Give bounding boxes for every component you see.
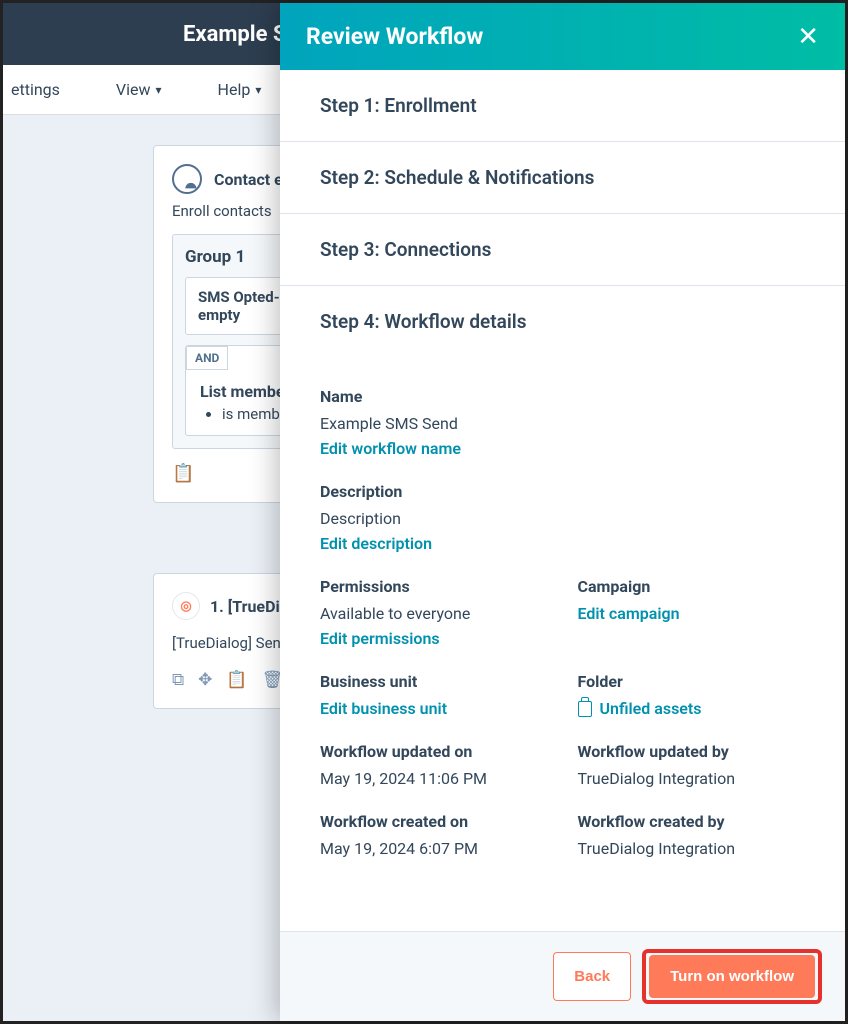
description-value: Description	[320, 509, 805, 528]
field-permissions: Permissions Available to everyone Edit p…	[320, 577, 548, 648]
field-created-on: Workflow created on May 19, 2024 6:07 PM	[320, 812, 548, 858]
tab-help[interactable]: Help ▾	[210, 80, 270, 99]
back-button[interactable]: Back	[553, 952, 631, 1001]
filter-join: AND	[186, 346, 228, 370]
edit-name-link[interactable]: Edit workflow name	[320, 439, 461, 458]
folder-value: Unfiled assets	[600, 699, 702, 718]
field-updated-on: Workflow updated on May 19, 2024 11:06 P…	[320, 742, 548, 788]
clipboard-icon[interactable]: 📋	[226, 670, 247, 690]
name-label: Name	[320, 387, 805, 406]
step-3-connections[interactable]: Step 3: Connections	[280, 214, 845, 286]
chevron-down-icon: ▾	[255, 83, 261, 97]
turn-on-workflow-button[interactable]: Turn on workflow	[649, 955, 815, 998]
folder-link[interactable]: Unfiled assets	[578, 699, 806, 718]
turn-on-highlight: Turn on workflow	[645, 952, 819, 1001]
step-4-body: Name Example SMS Send Edit workflow name…	[280, 357, 845, 888]
edit-permissions-link[interactable]: Edit permissions	[320, 629, 440, 648]
edit-description-link[interactable]: Edit description	[320, 534, 432, 553]
edit-campaign-link[interactable]: Edit campaign	[578, 604, 680, 623]
updated-on-label: Workflow updated on	[320, 742, 548, 761]
permissions-value: Available to everyone	[320, 604, 548, 623]
field-business-unit: Business unit Edit business unit	[320, 672, 548, 718]
panel-footer: Back Turn on workflow	[280, 931, 845, 1021]
tab-settings-label: ettings	[11, 80, 60, 99]
file-icon	[578, 701, 592, 717]
panel-header: Review Workflow ✕	[280, 3, 845, 70]
panel-title: Review Workflow	[306, 23, 483, 50]
field-created-by: Workflow created by TrueDialog Integrati…	[578, 812, 806, 858]
step-2-schedule[interactable]: Step 2: Schedule & Notifications	[280, 142, 845, 214]
field-campaign: Campaign Edit campaign	[578, 577, 806, 648]
business-unit-label: Business unit	[320, 672, 548, 691]
field-description: Description Description Edit description	[320, 482, 805, 553]
description-label: Description	[320, 482, 805, 501]
field-name: Name Example SMS Send Edit workflow name	[320, 387, 805, 458]
campaign-label: Campaign	[578, 577, 806, 596]
step-1-enrollment[interactable]: Step 1: Enrollment	[280, 70, 845, 142]
tab-settings[interactable]: ettings	[3, 80, 68, 99]
tab-view-label: View	[116, 80, 151, 99]
tab-help-label: Help	[218, 80, 251, 99]
updated-by-value: TrueDialog Integration	[578, 769, 806, 788]
created-on-value: May 19, 2024 6:07 PM	[320, 839, 548, 858]
panel-body: Step 1: Enrollment Step 2: Schedule & No…	[280, 70, 845, 931]
field-updated-by: Workflow updated by TrueDialog Integrati…	[578, 742, 806, 788]
move-icon[interactable]: ✥	[198, 670, 212, 690]
action-title: 1. [TrueDia	[210, 597, 288, 616]
step-4-details[interactable]: Step 4: Workflow details	[280, 286, 845, 357]
copy-icon[interactable]: ⧉	[172, 670, 184, 690]
folder-label: Folder	[578, 672, 806, 691]
field-folder: Folder Unfiled assets	[578, 672, 806, 718]
tab-view[interactable]: View ▾	[108, 80, 170, 99]
name-value: Example SMS Send	[320, 414, 805, 433]
contact-icon	[172, 164, 202, 194]
close-icon[interactable]: ✕	[797, 24, 819, 50]
workflow-title: Example S	[183, 22, 287, 47]
created-by-value: TrueDialog Integration	[578, 839, 806, 858]
integration-icon: ◎	[172, 592, 200, 620]
edit-business-unit-link[interactable]: Edit business unit	[320, 699, 447, 718]
updated-on-value: May 19, 2024 11:06 PM	[320, 769, 548, 788]
created-on-label: Workflow created on	[320, 812, 548, 831]
review-workflow-panel: Review Workflow ✕ Step 1: Enrollment Ste…	[280, 3, 845, 1021]
permissions-label: Permissions	[320, 577, 548, 596]
created-by-label: Workflow created by	[578, 812, 806, 831]
clipboard-icon[interactable]: 📋	[172, 463, 194, 484]
updated-by-label: Workflow updated by	[578, 742, 806, 761]
chevron-down-icon: ▾	[156, 83, 162, 97]
